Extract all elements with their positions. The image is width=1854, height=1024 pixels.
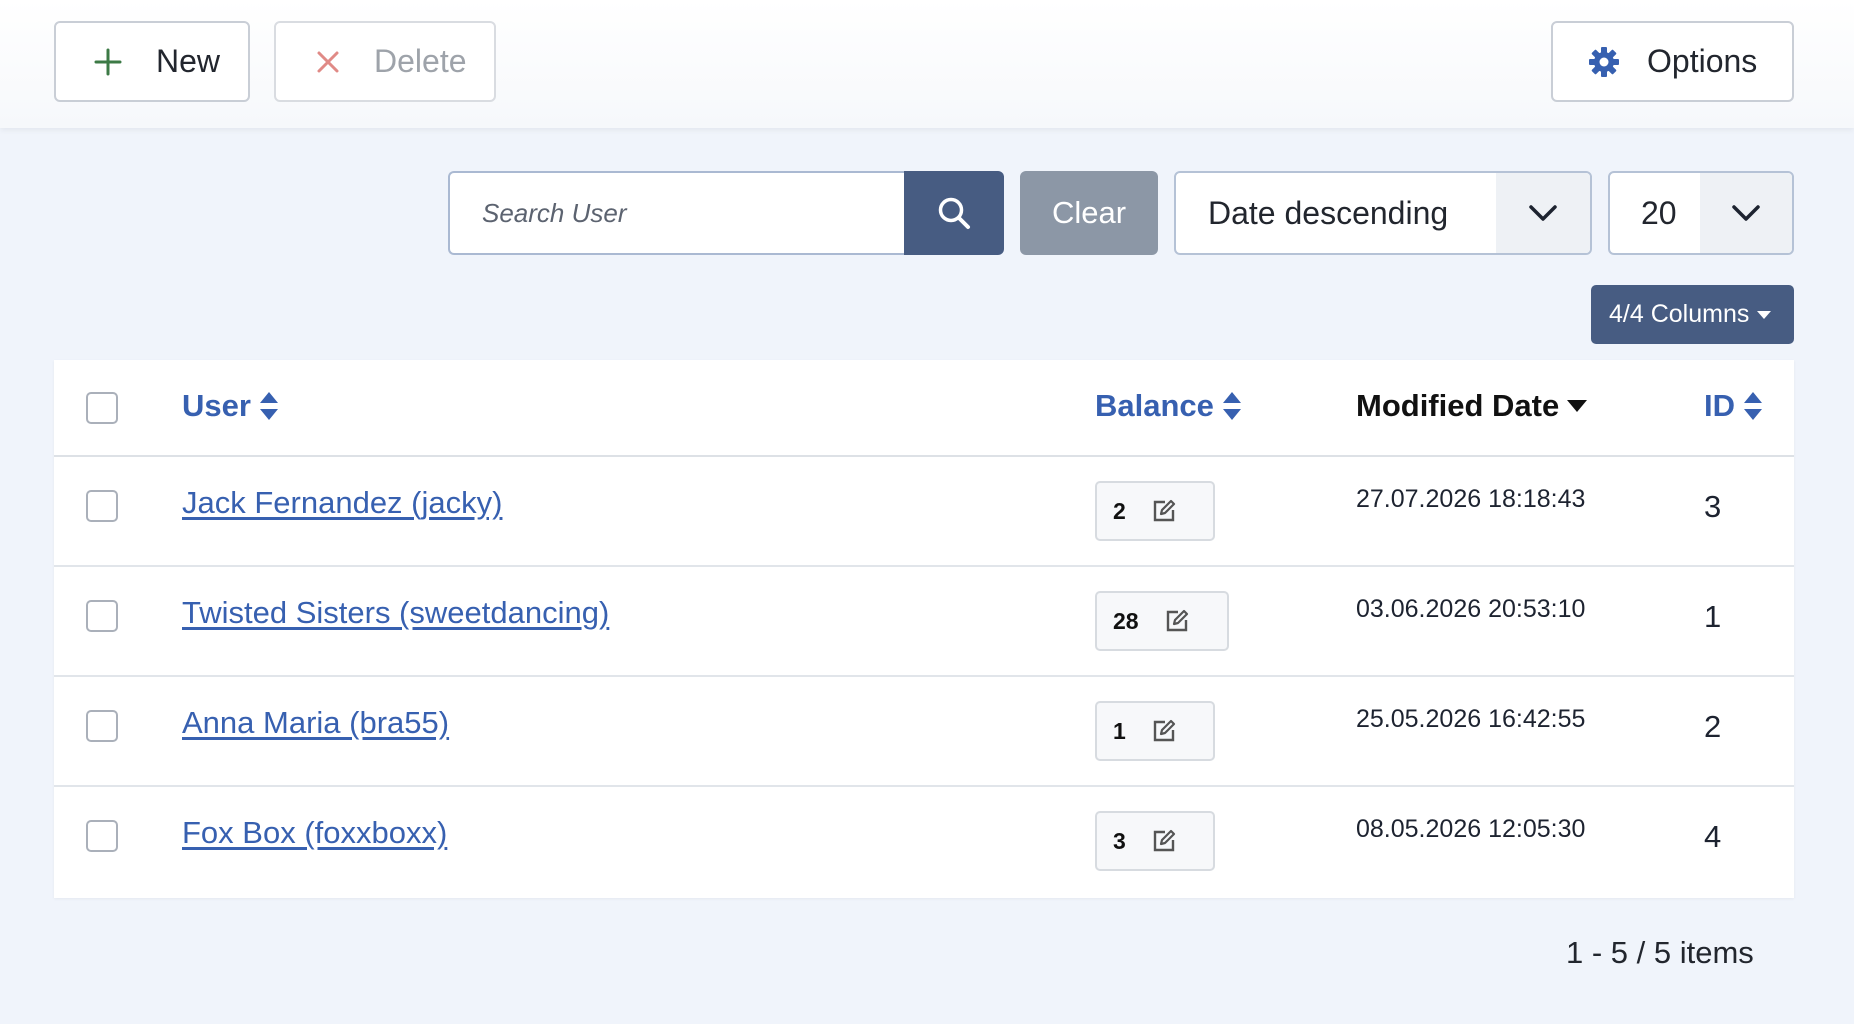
row-id: 2 bbox=[1704, 709, 1722, 744]
gear-icon bbox=[1589, 46, 1619, 77]
new-button[interactable]: New bbox=[54, 21, 250, 102]
row-id: 1 bbox=[1704, 599, 1722, 634]
columns-dropdown-button[interactable]: 4/4 Columns bbox=[1591, 285, 1794, 344]
sort-icon bbox=[1744, 392, 1762, 420]
edit-icon[interactable] bbox=[1152, 719, 1176, 743]
header-modified-date: Modified Date bbox=[1356, 388, 1560, 423]
balance-value: 3 bbox=[1113, 827, 1126, 854]
user-link[interactable]: Jack Fernandez (jacky) bbox=[182, 485, 502, 521]
balance-value: 1 bbox=[1113, 717, 1126, 744]
table-row: Fox Box (foxxboxx) 3 08.05.2026 12:05:30… bbox=[54, 787, 1794, 897]
modified-date: 27.07.2026 18:18:43 bbox=[1356, 485, 1586, 513]
sort-icon bbox=[259, 392, 278, 420]
row-checkbox[interactable] bbox=[86, 710, 118, 742]
edit-icon[interactable] bbox=[1165, 609, 1189, 633]
search-button[interactable] bbox=[904, 171, 1004, 255]
modified-date: 25.05.2026 16:42:55 bbox=[1356, 705, 1586, 733]
sort-desc-icon bbox=[1567, 400, 1588, 412]
close-icon bbox=[317, 51, 339, 72]
new-button-label: New bbox=[156, 43, 221, 79]
options-button-label: Options bbox=[1647, 43, 1758, 79]
chevron-down-icon bbox=[1496, 173, 1590, 253]
sort-by-user[interactable]: User bbox=[182, 388, 279, 424]
row-id: 3 bbox=[1704, 489, 1722, 524]
limit-select[interactable]: 20 bbox=[1608, 171, 1794, 255]
clear-button-label: Clear bbox=[1051, 195, 1127, 230]
header-id: ID bbox=[1704, 388, 1735, 423]
ordering-value: Date descending bbox=[1208, 194, 1449, 231]
edit-icon[interactable] bbox=[1152, 499, 1176, 523]
balance-badge: 28 bbox=[1095, 591, 1229, 651]
delete-button[interactable]: Delete bbox=[274, 21, 496, 102]
toolbar: New Delete Options bbox=[0, 0, 1854, 128]
balance-value: 28 bbox=[1113, 607, 1139, 634]
ordering-select[interactable]: Date descending bbox=[1174, 171, 1592, 255]
caret-down-icon bbox=[1757, 310, 1772, 319]
row-checkbox[interactable] bbox=[86, 600, 118, 632]
sort-icon bbox=[1222, 392, 1241, 420]
edit-icon[interactable] bbox=[1152, 829, 1176, 853]
sort-by-modified-date[interactable]: Modified Date bbox=[1356, 388, 1588, 424]
row-id: 4 bbox=[1704, 819, 1722, 854]
balance-badge: 3 bbox=[1095, 811, 1215, 871]
sort-by-balance[interactable]: Balance bbox=[1095, 388, 1242, 424]
clear-button[interactable]: Clear bbox=[1020, 171, 1158, 255]
balance-badge: 1 bbox=[1095, 701, 1215, 761]
user-link[interactable]: Anna Maria (bra55) bbox=[182, 705, 449, 741]
header-user: User bbox=[182, 388, 251, 423]
search-input[interactable] bbox=[448, 171, 905, 255]
balance-badge: 2 bbox=[1095, 481, 1215, 541]
balance-value: 2 bbox=[1113, 497, 1126, 524]
user-link[interactable]: Fox Box (foxxboxx) bbox=[182, 815, 447, 851]
table-row: Jack Fernandez (jacky) 2 27.07.2026 18:1… bbox=[54, 457, 1794, 567]
limit-value: 20 bbox=[1641, 194, 1677, 231]
select-all-checkbox[interactable] bbox=[86, 392, 118, 424]
pagination-summary: 1 - 5 / 5 items bbox=[1566, 935, 1754, 970]
columns-button-label: 4/4 Columns bbox=[1609, 300, 1750, 328]
modified-date: 08.05.2026 12:05:30 bbox=[1356, 815, 1586, 843]
delete-button-label: Delete bbox=[374, 43, 467, 79]
table-row: Anna Maria (bra55) 1 25.05.2026 16:42:55… bbox=[54, 677, 1794, 787]
search-icon bbox=[938, 197, 970, 229]
users-table: User Balance Modified Date ID Jack Ferna… bbox=[54, 360, 1794, 898]
header-balance: Balance bbox=[1095, 388, 1214, 423]
modified-date: 03.06.2026 20:53:10 bbox=[1356, 595, 1586, 623]
plus-icon bbox=[94, 48, 122, 75]
table-row: Twisted Sisters (sweetdancing) 28 03.06.… bbox=[54, 567, 1794, 677]
options-button[interactable]: Options bbox=[1551, 21, 1794, 102]
user-link[interactable]: Twisted Sisters (sweetdancing) bbox=[182, 595, 609, 631]
sort-by-id[interactable]: ID bbox=[1704, 388, 1763, 424]
row-checkbox[interactable] bbox=[86, 490, 118, 522]
row-checkbox[interactable] bbox=[86, 820, 118, 852]
chevron-down-icon bbox=[1700, 173, 1792, 253]
table-header-row: User Balance Modified Date ID bbox=[54, 360, 1794, 457]
